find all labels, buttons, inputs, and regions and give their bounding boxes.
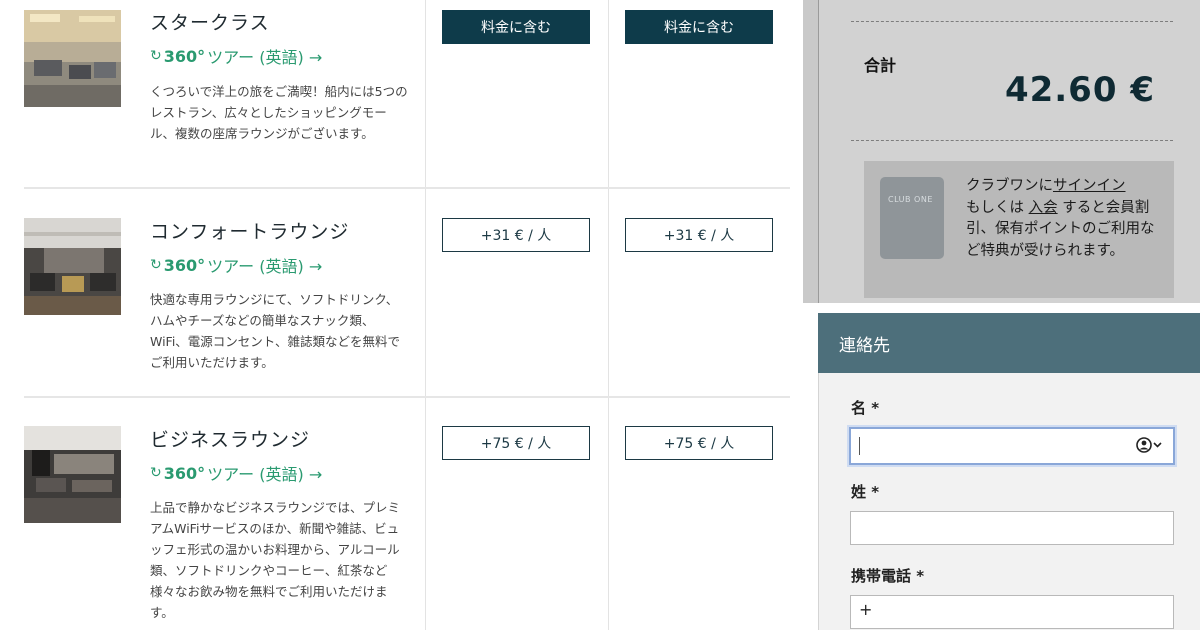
tour-link-label: ツアー (英語) → [207,257,323,276]
lounge-options-list: スタークラス ↻ 360° ツアー (英語) → くつろいで洋上の旅をご満喫！船… [0,0,803,630]
comfort-lounge-photo [24,218,121,315]
tour-360-icon: ↻ [150,257,162,273]
contact-header: 連絡先 [818,313,1200,373]
price-summary-panel: 合計 42.60 € CLUB ONE クラブワンにサインイン もしくは 入会 … [803,0,1200,303]
tier-description: 快適な専用ラウンジにて、ソフトドリンク、ハムやチーズなどの簡単なスナック類、Wi… [150,292,401,370]
star-class-price-button-return[interactable]: 料金に含む [625,10,773,44]
join-link[interactable]: 入会 [1029,200,1058,216]
club-one-promo: CLUB ONE クラブワンにサインイン もしくは 入会 すると会員割引、保有ポ… [864,161,1174,298]
column-divider [608,0,609,630]
tier-description: 上品で静かなビジネスラウンジでは、プレミアムWiFiサービスのほか、新聞や雑誌、… [150,500,401,620]
last-name-field[interactable] [850,511,1174,545]
tour-360-link[interactable]: ↻ 360° ツアー (英語) → [150,461,322,485]
signin-link[interactable]: サインイン [1053,178,1126,194]
first-name-field[interactable] [849,427,1175,465]
business-lounge-photo [24,426,121,523]
tour-link-label: ツアー (英語) → [207,465,323,484]
tier-title: スタークラス [150,12,270,34]
tier-description: くつろいで洋上の旅をご満喫！船内には5つのレストラン、広々としたショッピングモー… [150,84,408,141]
mobile-phone-field[interactable]: + [850,595,1174,629]
comfort-lounge-price-button-return[interactable]: +31 € / 人 [625,218,773,252]
tour-link-label: ツアー (英語) → [207,48,323,67]
comfort-lounge-price-button[interactable]: +31 € / 人 [442,218,590,252]
row-divider [24,396,790,398]
tour-360-number: 360° [163,255,206,275]
phone-prefix: + [859,600,873,619]
club-one-card-icon: CLUB ONE [880,177,944,259]
tour-360-icon: ↻ [150,465,162,481]
star-class-price-button[interactable]: 料金に含む [442,10,590,44]
tour-360-number: 360° [163,46,206,66]
club-one-text: クラブワンにサインイン もしくは 入会 すると会員割引、保有ポイントのご利用など… [966,178,1155,259]
tour-360-link[interactable]: ↻ 360° ツアー (英語) → [150,44,322,68]
tour-360-link[interactable]: ↻ 360° ツアー (英語) → [150,253,322,277]
row-divider [24,187,790,189]
total-value: 42.60 € [1004,70,1155,110]
column-divider [425,0,426,630]
tour-360-icon: ↻ [150,48,162,64]
first-name-label: 名 * [851,399,880,417]
tier-title: ビジネスラウンジ [150,429,311,451]
text-caret [859,437,860,455]
star-class-photo [24,10,121,107]
contact-form: 名 * 姓 * 携帯電話 * + [818,373,1200,630]
last-name-label: 姓 * [851,483,880,501]
tier-title: コンフォートラウンジ [150,221,350,243]
total-label: 合計 [864,56,897,75]
dashed-divider [851,140,1173,141]
summary-card: 合計 42.60 € CLUB ONE クラブワンにサインイン もしくは 入会 … [818,0,1200,303]
business-lounge-price-button-return[interactable]: +75 € / 人 [625,426,773,460]
tour-360-number: 360° [163,463,206,483]
contact-title: 連絡先 [839,336,890,356]
dashed-divider [851,21,1173,22]
contact-section: 連絡先 名 * 姓 * 携帯電話 * + [803,303,1200,630]
business-lounge-price-button[interactable]: +75 € / 人 [442,426,590,460]
autofill-contact-icon[interactable] [1135,435,1163,459]
mobile-phone-label: 携帯電話 * [851,567,925,585]
